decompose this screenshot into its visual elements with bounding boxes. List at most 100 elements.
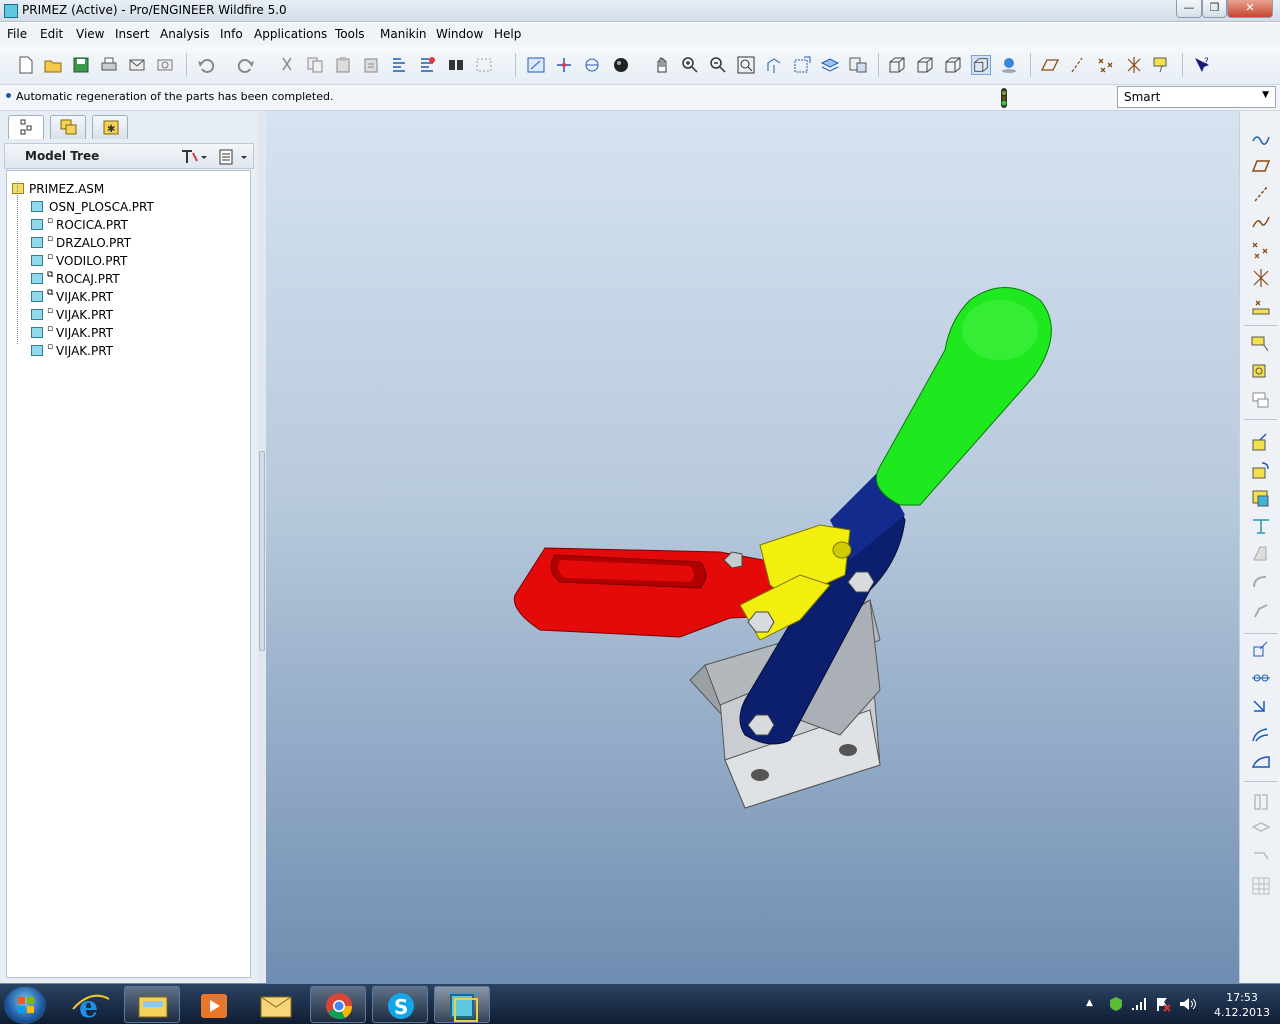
shaded-icon[interactable]: [971, 55, 991, 75]
tree-row[interactable]: ▫ ROCICA.PRT: [7, 216, 247, 234]
draft-icon[interactable]: [1250, 639, 1272, 661]
redo-icon[interactable]: [236, 55, 256, 75]
datum-plane-display-icon[interactable]: [1040, 55, 1060, 75]
merge-icon[interactable]: [1250, 819, 1272, 841]
open-file-icon[interactable]: [43, 55, 63, 75]
datum-axis-icon[interactable]: [1250, 183, 1272, 205]
show-hidden-icons-icon[interactable]: ▲: [1086, 998, 1093, 1008]
enhanced-realism-icon[interactable]: [999, 55, 1019, 75]
new-file-icon[interactable]: [16, 55, 36, 75]
undo-icon[interactable]: [196, 55, 216, 75]
close-button[interactable]: ✕: [1227, 0, 1273, 18]
minimize-button[interactable]: —: [1176, 0, 1202, 18]
tree-show-icon[interactable]: [217, 147, 251, 167]
boundary-blend-icon[interactable]: [1250, 515, 1272, 537]
skype-button[interactable]: S: [372, 986, 428, 1023]
graphics-window[interactable]: [266, 111, 1239, 983]
datum-curve-icon[interactable]: [1250, 211, 1272, 233]
zoom-in-icon[interactable]: [680, 55, 700, 75]
menu-manikin[interactable]: Manikin: [380, 27, 427, 41]
variable-section-sweep-icon[interactable]: [1250, 487, 1272, 509]
print-icon[interactable]: [99, 55, 119, 75]
tree-row-root[interactable]: PRIMEZ.ASM: [7, 180, 247, 198]
pan-icon[interactable]: [652, 55, 672, 75]
regen-manager-icon[interactable]: [417, 55, 437, 75]
favorites-tab[interactable]: ✱: [92, 115, 128, 139]
csys-display-icon[interactable]: [1124, 55, 1144, 75]
extrude-icon[interactable]: [1250, 431, 1272, 453]
tree-row[interactable]: ▫ VODILO.PRT: [7, 252, 247, 270]
tray-clock[interactable]: 17:53 4.12.2013: [1206, 990, 1278, 1020]
find-icon[interactable]: [446, 55, 466, 75]
tree-row[interactable]: ▫ VIJAK.PRT: [7, 306, 247, 324]
menu-edit[interactable]: Edit: [40, 27, 63, 41]
menu-file[interactable]: File: [7, 27, 27, 41]
menu-info[interactable]: Info: [220, 27, 243, 41]
zoom-out-icon[interactable]: [708, 55, 728, 75]
regeneration-status-icon[interactable]: [1000, 87, 1008, 109]
offset-icon[interactable]: [1250, 875, 1272, 897]
menu-analysis[interactable]: Analysis: [160, 27, 209, 41]
email-icon[interactable]: [127, 55, 147, 75]
context-help-icon[interactable]: ?: [1192, 55, 1212, 75]
annotation-icon[interactable]: [1250, 333, 1272, 355]
tree-row[interactable]: ▫ VIJAK.PRT: [7, 324, 247, 342]
network-icon[interactable]: [1130, 996, 1148, 1012]
menu-insert[interactable]: Insert: [115, 27, 149, 41]
menu-help[interactable]: Help: [494, 27, 521, 41]
style-icon[interactable]: [1250, 723, 1272, 745]
datum-point-display-icon[interactable]: [1096, 55, 1116, 75]
proengineer-button[interactable]: [434, 986, 490, 1023]
repaint-icon[interactable]: [526, 55, 546, 75]
mirror-icon[interactable]: [1250, 791, 1272, 813]
annotation-display-icon[interactable]: [1152, 55, 1172, 75]
datum-plane-icon[interactable]: [1250, 155, 1272, 177]
revolve-icon[interactable]: [1250, 459, 1272, 481]
chamfer-icon[interactable]: [1250, 599, 1272, 621]
menu-view[interactable]: View: [76, 27, 104, 41]
paste-special-icon[interactable]: [361, 55, 381, 75]
paste-icon[interactable]: [333, 55, 353, 75]
splitter-grip[interactable]: [259, 451, 265, 651]
tree-row[interactable]: ▫ DRZALO.PRT: [7, 234, 247, 252]
maximize-button[interactable]: ❐: [1202, 0, 1227, 18]
tree-row[interactable]: ⧉ ROCAJ.PRT: [7, 270, 247, 288]
start-button[interactable]: [4, 986, 46, 1024]
antivirus-icon[interactable]: [1108, 996, 1124, 1012]
copy-icon[interactable]: [305, 55, 325, 75]
pattern-icon[interactable]: [1250, 751, 1272, 773]
shading-icon[interactable]: [611, 55, 631, 75]
sketch-icon[interactable]: [1250, 127, 1272, 149]
spin-center-icon[interactable]: [554, 55, 574, 75]
datum-axis-display-icon[interactable]: [1068, 55, 1088, 75]
save-icon[interactable]: [71, 55, 91, 75]
hole-icon[interactable]: [1250, 543, 1272, 565]
internet-explorer-button[interactable]: e: [62, 986, 118, 1025]
selection-filter-select[interactable]: Smart ▼: [1117, 86, 1276, 108]
outlook-button[interactable]: [248, 986, 304, 1023]
tree-row[interactable]: OSN_PLOSCA.PRT: [7, 198, 247, 216]
volume-icon[interactable]: [1178, 996, 1196, 1012]
wireframe-icon[interactable]: [887, 55, 907, 75]
reference-icon[interactable]: [1250, 389, 1272, 411]
cut-icon[interactable]: [277, 55, 297, 75]
menu-window[interactable]: Window: [436, 27, 483, 41]
analysis-feature-icon[interactable]: [1250, 361, 1272, 383]
action-center-icon[interactable]: [1154, 995, 1172, 1013]
tree-settings-icon[interactable]: [179, 147, 211, 167]
layers-icon[interactable]: [820, 55, 840, 75]
chrome-button[interactable]: [310, 986, 366, 1023]
reorient-icon[interactable]: [764, 55, 784, 75]
handle-grip-part[interactable]: [875, 287, 1052, 506]
datum-csys-icon[interactable]: [1250, 267, 1272, 289]
media-player-button[interactable]: [186, 986, 242, 1023]
rib-icon[interactable]: [1250, 695, 1272, 717]
model-tree-tab[interactable]: [8, 115, 44, 139]
no-hidden-icon[interactable]: [943, 55, 963, 75]
tree-row[interactable]: ⧉ VIJAK.PRT: [7, 288, 247, 306]
view-manager-icon[interactable]: [848, 55, 868, 75]
folder-browser-tab[interactable]: [50, 115, 86, 139]
saved-views-icon[interactable]: [792, 55, 812, 75]
select-box-icon[interactable]: [474, 55, 494, 75]
datum-point-icon[interactable]: [1250, 239, 1272, 261]
